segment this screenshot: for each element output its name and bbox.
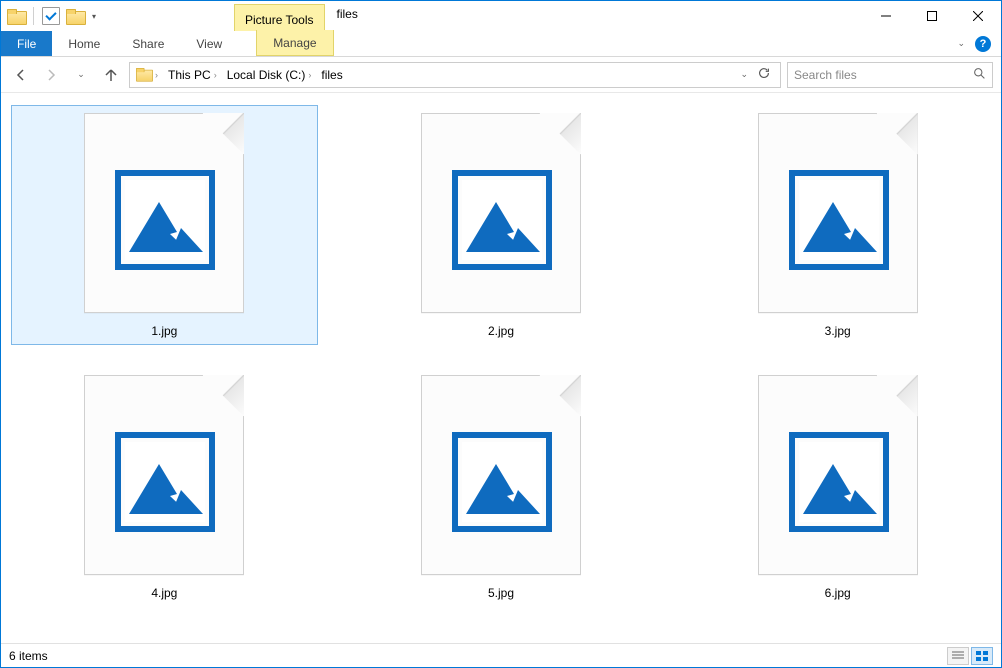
tab-share[interactable]: Share xyxy=(116,31,180,56)
file-grid[interactable]: 1.jpg 2.jpg 3.jpg xyxy=(1,93,1001,643)
tab-home[interactable]: Home xyxy=(52,31,116,56)
file-tab[interactable]: File xyxy=(1,31,52,56)
file-name: 6.jpg xyxy=(825,586,851,600)
image-file-icon xyxy=(789,432,889,532)
maximize-button[interactable] xyxy=(909,1,955,31)
quick-access-toolbar: ▾ xyxy=(1,1,104,31)
image-file-icon xyxy=(115,432,215,532)
window-controls xyxy=(863,1,1001,31)
file-thumbnail xyxy=(401,108,601,318)
file-item[interactable]: 2.jpg xyxy=(348,105,655,345)
chevron-right-icon: › xyxy=(155,70,158,80)
expand-ribbon-icon[interactable]: ⌄ xyxy=(957,38,965,49)
close-button[interactable] xyxy=(955,1,1001,31)
image-file-icon xyxy=(115,170,215,270)
file-name: 5.jpg xyxy=(488,586,514,600)
picture-tools-label: Picture Tools xyxy=(245,13,313,27)
chevron-right-icon: › xyxy=(308,70,311,80)
file-item[interactable]: 5.jpg xyxy=(348,367,655,607)
chevron-right-icon: › xyxy=(214,70,217,80)
titlebar: ▾ Picture Tools files xyxy=(1,1,1001,31)
file-thumbnail xyxy=(738,370,938,580)
view-toggles xyxy=(947,647,993,665)
file-item[interactable]: 3.jpg xyxy=(684,105,991,345)
file-item[interactable]: 6.jpg xyxy=(684,367,991,607)
breadcrumb-local-disk[interactable]: Local Disk (C:) › xyxy=(223,68,316,82)
separator xyxy=(33,7,34,25)
file-tab-label: File xyxy=(17,37,36,51)
contextual-tab-picture-tools[interactable]: Picture Tools xyxy=(234,4,324,31)
address-bar[interactable]: › This PC › Local Disk (C:) › files ⌄ xyxy=(129,62,781,88)
breadcrumb-this-pc[interactable]: This PC › xyxy=(164,68,221,82)
item-count: 6 items xyxy=(9,649,48,663)
recent-locations-dropdown[interactable]: ⌄ xyxy=(69,63,93,87)
file-thumbnail xyxy=(64,108,264,318)
tab-manage[interactable]: Manage xyxy=(256,30,333,56)
folder-icon[interactable] xyxy=(5,5,27,27)
file-thumbnail xyxy=(401,370,601,580)
search-icon xyxy=(973,67,986,83)
large-icons-view-button[interactable] xyxy=(971,647,993,665)
status-bar: 6 items xyxy=(1,643,1001,667)
image-file-icon xyxy=(452,432,552,532)
details-view-button[interactable] xyxy=(947,647,969,665)
nav-row: ⌄ › This PC › Local Disk (C:) › files ⌄ … xyxy=(1,57,1001,93)
refresh-button[interactable] xyxy=(754,66,774,83)
breadcrumb-root[interactable]: › xyxy=(132,68,162,82)
file-name: 4.jpg xyxy=(151,586,177,600)
file-thumbnail xyxy=(64,370,264,580)
image-file-icon xyxy=(452,170,552,270)
file-name: 3.jpg xyxy=(825,324,851,338)
tab-view[interactable]: View xyxy=(180,31,238,56)
window-title: files xyxy=(325,1,370,31)
file-item[interactable]: 4.jpg xyxy=(11,367,318,607)
properties-checkbox-icon[interactable] xyxy=(40,5,62,27)
back-button[interactable] xyxy=(9,63,33,87)
up-button[interactable] xyxy=(99,63,123,87)
breadcrumb-files[interactable]: files xyxy=(317,68,346,82)
file-item[interactable]: 1.jpg xyxy=(11,105,318,345)
forward-button[interactable] xyxy=(39,63,63,87)
file-thumbnail xyxy=(738,108,938,318)
new-folder-icon[interactable] xyxy=(64,5,86,27)
help-icon[interactable]: ? xyxy=(975,36,991,52)
search-placeholder: Search files xyxy=(794,68,857,82)
image-file-icon xyxy=(789,170,889,270)
file-name: 2.jpg xyxy=(488,324,514,338)
ribbon: File Home Share View Manage ⌄ ? xyxy=(1,31,1001,57)
file-name: 1.jpg xyxy=(151,324,177,338)
search-input[interactable]: Search files xyxy=(787,62,993,88)
qat-customize-dropdown[interactable]: ▾ xyxy=(88,12,100,21)
address-history-dropdown[interactable]: ⌄ xyxy=(740,69,748,80)
minimize-button[interactable] xyxy=(863,1,909,31)
